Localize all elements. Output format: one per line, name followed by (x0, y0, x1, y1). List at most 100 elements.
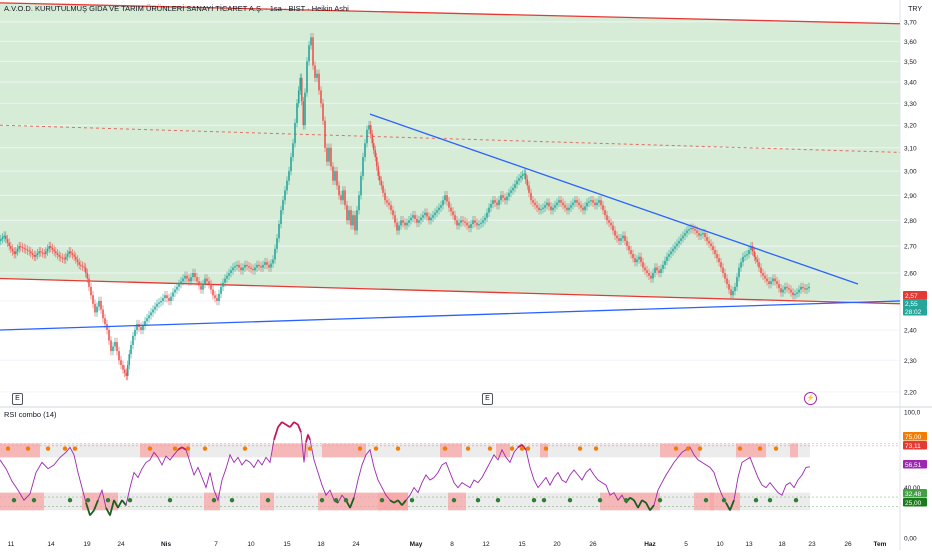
x-tick-label: 18 (317, 541, 325, 548)
candle-body (584, 206, 586, 211)
rsi-oversold-segment (89, 509, 95, 516)
candle-body (452, 211, 454, 216)
candle-body (722, 267, 724, 274)
candle-body (166, 295, 168, 299)
overbought-dot (373, 446, 379, 451)
candle-body (152, 309, 154, 313)
candle-body (472, 220, 474, 225)
candle-body (782, 289, 784, 293)
overbought-dot (45, 446, 51, 451)
candle-body (114, 341, 116, 347)
candle-body (654, 267, 656, 274)
oversold-dot (597, 498, 603, 503)
candle-body (182, 278, 184, 282)
candle-body (324, 120, 326, 148)
candle-body (730, 289, 732, 296)
candle-body (762, 273, 764, 276)
candle-body (444, 195, 446, 201)
earnings-marker[interactable]: E (12, 393, 23, 405)
candle-body (226, 275, 228, 279)
chart-canvas[interactable]: 3,70 3,60 3,50 3,40 3,30 3,20 3,10 3,00 2,90 2,80… (0, 0, 932, 550)
candle-body (314, 65, 316, 78)
candle-body (13, 251, 15, 255)
candle-body (224, 278, 226, 283)
candle-body (102, 309, 104, 319)
oversold-dot (623, 498, 629, 503)
candle-body (320, 90, 322, 104)
candle-body (210, 284, 212, 290)
candle-body (346, 205, 348, 221)
candle-body (310, 37, 312, 46)
candle-body (290, 157, 292, 172)
candle-body (578, 202, 580, 206)
lightning-icon[interactable]: ⚡ (804, 392, 817, 405)
candle-body (630, 250, 632, 255)
candle-body (262, 264, 264, 268)
candle-body (250, 267, 252, 269)
candle-body (104, 318, 106, 325)
candle-body (774, 278, 776, 282)
candle-body (220, 286, 222, 294)
candle-body (130, 344, 132, 355)
oversold-highlight (0, 492, 44, 511)
earnings-marker[interactable]: E (482, 393, 493, 405)
oversold-dot (767, 498, 773, 503)
candle-body (756, 259, 759, 263)
x-tick-label: 14 (47, 541, 55, 548)
candle-body (466, 222, 468, 226)
candle-body (650, 275, 652, 279)
candle-body (470, 224, 472, 228)
candle-body (644, 267, 646, 271)
candle-body (375, 157, 378, 167)
overbought-dot (519, 446, 525, 451)
overbought-highlight (790, 443, 798, 458)
candle-body (178, 284, 180, 287)
candle-body (200, 285, 202, 290)
candle-body (602, 205, 604, 211)
candle-body (672, 248, 674, 252)
candle-body (808, 286, 810, 289)
candle-body (112, 346, 114, 352)
candle-body (720, 262, 722, 268)
overbought-highlight (496, 443, 510, 458)
candle-body (258, 264, 260, 267)
candle-body (340, 195, 342, 201)
candle-body (458, 222, 460, 226)
candle-body (240, 267, 242, 271)
candle-body (120, 360, 122, 365)
oversold-dot (475, 498, 481, 503)
candle-body (554, 205, 556, 208)
candle-body (494, 200, 496, 203)
price-tick-label: 3,00 (904, 169, 917, 176)
x-tick-label: 18 (778, 541, 786, 548)
candle-body (514, 184, 516, 188)
x-tick-label: 12 (482, 541, 490, 548)
rising-trendline (0, 300, 901, 331)
candle-body (590, 200, 592, 202)
candle-body (33, 254, 35, 257)
x-tick-label: 26 (844, 541, 852, 548)
candle-body (208, 281, 210, 285)
candle-body (758, 262, 760, 268)
rsi-overbought-segment (277, 421, 283, 428)
candle-body (280, 210, 282, 225)
rsi-axis-badge-label: 56,51 (905, 462, 922, 469)
candle-body (580, 205, 582, 208)
oversold-dot (451, 498, 457, 503)
candle-body (8, 242, 10, 247)
overbought-dot (25, 446, 31, 451)
candle-body (564, 205, 566, 208)
candle-body (456, 220, 458, 226)
candle-body (664, 260, 666, 265)
candle-body (806, 288, 808, 290)
candle-body (572, 202, 574, 206)
candle-body (406, 222, 408, 226)
candle-body (790, 289, 792, 293)
candle-body (592, 200, 594, 203)
candle-body (430, 217, 432, 221)
candle-body (534, 202, 536, 206)
candle-body (190, 277, 192, 282)
candle-body (772, 278, 774, 282)
candle-body (734, 286, 736, 292)
candle-body (732, 291, 734, 296)
